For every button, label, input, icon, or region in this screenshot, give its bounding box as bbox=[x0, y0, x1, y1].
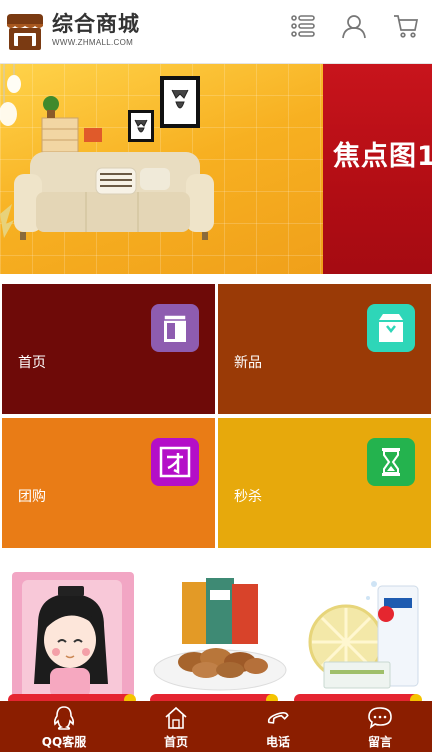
nuts-product-image bbox=[150, 564, 288, 704]
header: 综合商城 WWW.ZHMALL.COM bbox=[0, 0, 432, 64]
banner-slide-title: 焦点图1 bbox=[333, 141, 432, 172]
product-card[interactable] bbox=[294, 564, 432, 704]
menu-list-icon[interactable] bbox=[290, 13, 316, 39]
nav-qq-service[interactable]: QQ客服 bbox=[10, 701, 118, 752]
nav-qq-service-label: QQ客服 bbox=[41, 735, 87, 749]
hourglass-icon bbox=[367, 438, 415, 486]
nav-phone[interactable]: 电话 bbox=[224, 701, 332, 752]
scale-product-image bbox=[8, 572, 136, 704]
tile-flash-sale-label: 秒杀 bbox=[234, 489, 262, 505]
tile-new[interactable]: 新品 bbox=[218, 284, 431, 414]
bottom-nav: QQ客服 首页 电话 留言 bbox=[0, 701, 432, 752]
brand-name: 综合商城 bbox=[52, 12, 140, 36]
brand-url: WWW.ZHMALL.COM bbox=[52, 38, 134, 47]
tile-flash-sale[interactable]: 秒杀 bbox=[218, 418, 431, 548]
brand[interactable]: 综合商城 WWW.ZHMALL.COM bbox=[52, 11, 140, 47]
box-icon bbox=[367, 304, 415, 352]
mask-product-image bbox=[294, 564, 432, 704]
tile-home[interactable]: 首页 bbox=[2, 284, 215, 414]
home-icon bbox=[165, 706, 187, 729]
tile-group-buy[interactable]: 团购 bbox=[2, 418, 215, 548]
product-row bbox=[0, 552, 432, 704]
message-icon bbox=[368, 707, 392, 729]
nav-home-label: 首页 bbox=[163, 735, 188, 749]
product-card[interactable] bbox=[150, 564, 288, 704]
phone-icon bbox=[267, 712, 289, 724]
cart-icon[interactable] bbox=[393, 13, 419, 39]
banner-slide-sofa[interactable] bbox=[0, 64, 323, 274]
tile-home-label: 首页 bbox=[18, 355, 46, 371]
qq-icon bbox=[53, 706, 75, 730]
user-icon[interactable] bbox=[341, 13, 367, 39]
tile-new-label: 新品 bbox=[234, 355, 262, 371]
page: 综合商城 WWW.ZHMALL.COM 焦点图1 首页 新品 团购 秒杀 QQ客… bbox=[0, 0, 432, 752]
page-icon bbox=[151, 304, 199, 352]
group-buy-icon bbox=[151, 438, 199, 486]
nav-message-label: 留言 bbox=[367, 735, 392, 749]
nav-message[interactable]: 留言 bbox=[326, 701, 432, 752]
product-card[interactable] bbox=[8, 564, 146, 704]
banner-carousel[interactable]: 焦点图1 bbox=[0, 64, 432, 274]
sofa-scene-image bbox=[0, 64, 214, 240]
nav-home[interactable]: 首页 bbox=[122, 701, 230, 752]
nav-phone-label: 电话 bbox=[265, 735, 290, 749]
tile-group-buy-label: 团购 bbox=[18, 489, 46, 505]
nav-grid: 首页 新品 团购 秒杀 bbox=[0, 274, 432, 552]
store-logo-icon[interactable] bbox=[3, 12, 47, 52]
